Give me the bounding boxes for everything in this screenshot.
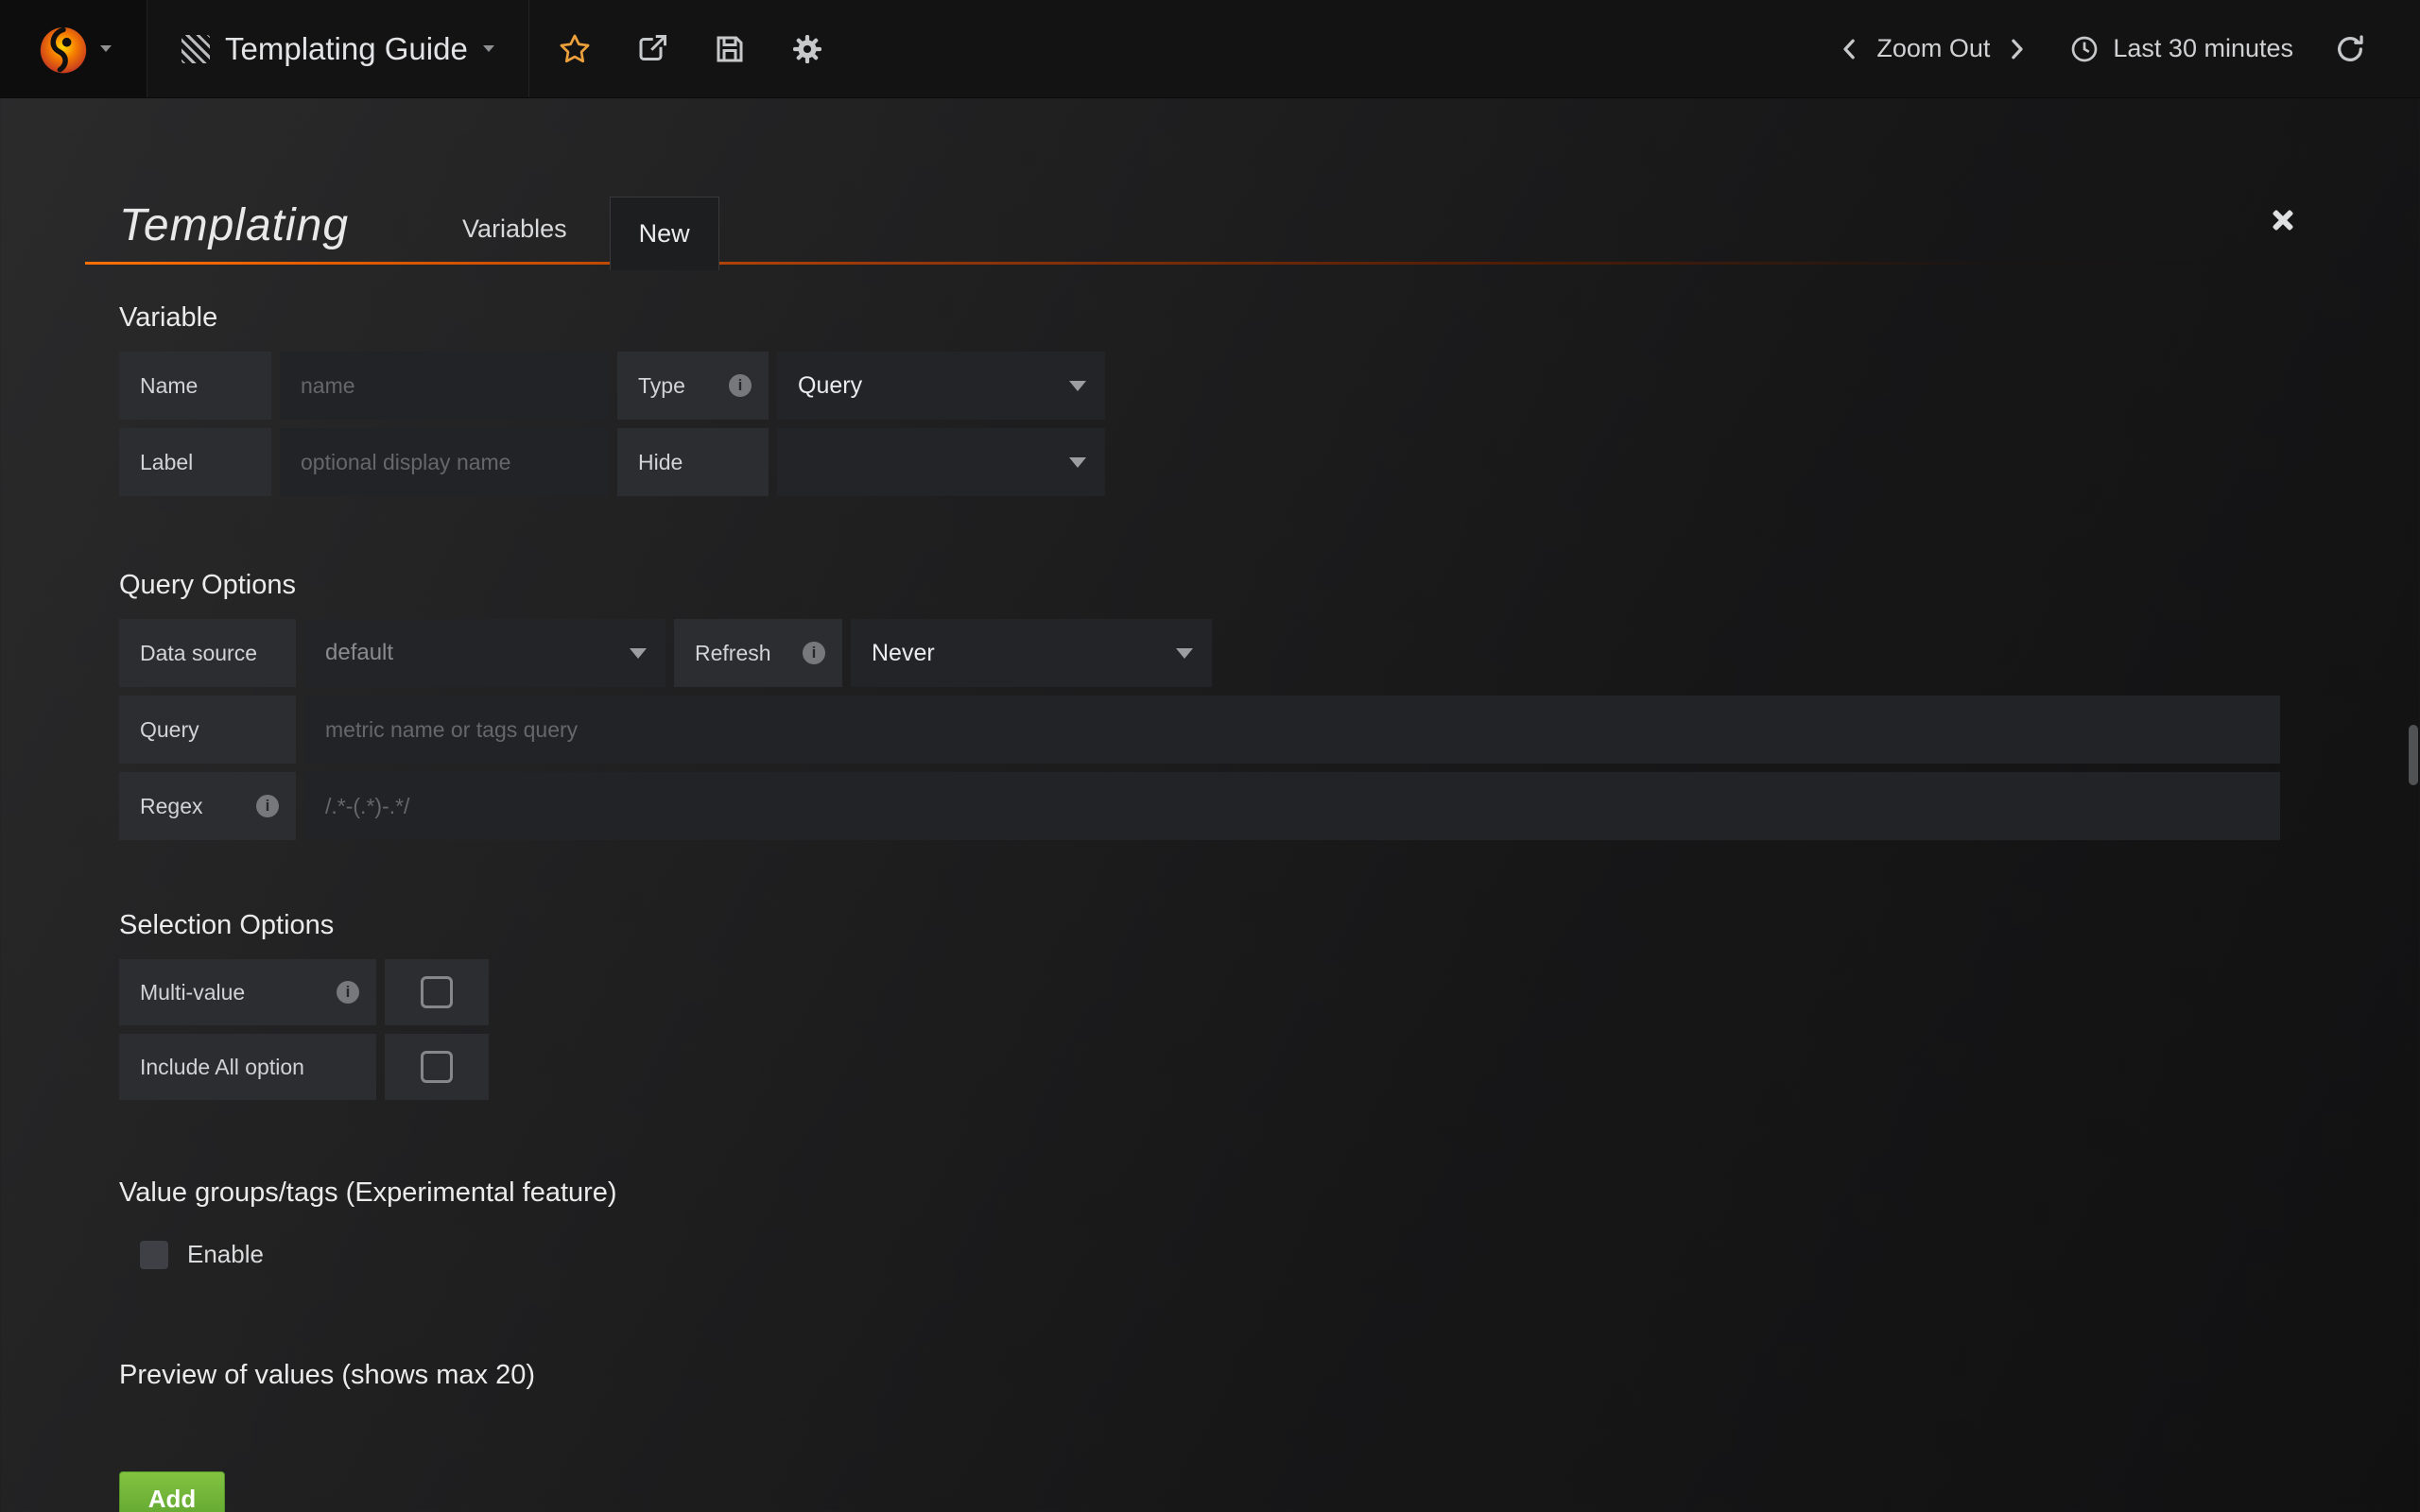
regex-input[interactable] <box>304 772 2280 840</box>
clock-icon <box>2067 32 2101 66</box>
dashboard-dropdown-caret-icon <box>483 45 494 52</box>
multi-value-checkbox-chip <box>385 959 489 1025</box>
include-all-row: Include All option <box>119 1034 2280 1100</box>
refresh-select-value: Never <box>872 640 935 667</box>
enable-checkbox[interactable] <box>140 1241 168 1269</box>
scrollbar-thumb[interactable] <box>2409 725 2418 785</box>
type-select[interactable]: Query <box>777 352 1105 420</box>
query-row: Query <box>119 696 2280 764</box>
datasource-label: Data source <box>119 619 296 687</box>
enable-row: Enable <box>140 1240 2280 1269</box>
save-icon[interactable] <box>713 32 747 66</box>
zoom-out-button[interactable]: Zoom Out <box>1876 34 1990 63</box>
query-label: Query <box>119 696 296 764</box>
query-options-heading: Query Options <box>119 568 2280 602</box>
regex-label: Regex i <box>119 772 296 840</box>
datasource-select-value: default <box>325 640 393 666</box>
multi-value-row: Multi-value i <box>119 959 2280 1025</box>
settings-gear-icon[interactable] <box>790 32 824 66</box>
type-select-caret-icon <box>1069 381 1086 391</box>
datasource-row: Data source default Refresh i Never <box>119 619 2280 687</box>
value-groups-heading: Value groups/tags (Experimental feature) <box>119 1176 2280 1210</box>
regex-row: Regex i <box>119 772 2280 840</box>
variable-label-row: Label Hide <box>119 428 2280 496</box>
dashboard-actions <box>529 0 824 97</box>
type-select-value: Query <box>798 372 862 400</box>
close-icon[interactable] <box>2267 204 2299 236</box>
dashboard-title: Templating Guide <box>225 31 468 67</box>
name-input[interactable] <box>280 352 609 420</box>
type-info-icon[interactable]: i <box>729 374 752 397</box>
refresh-label-text: Refresh <box>695 641 771 666</box>
multi-value-checkbox[interactable] <box>421 976 453 1008</box>
refresh-icon[interactable] <box>2333 32 2367 66</box>
regex-info-icon[interactable]: i <box>256 795 279 817</box>
tab-new[interactable]: New <box>610 197 719 270</box>
zoom-out-right-chevron-icon[interactable] <box>1999 32 2033 66</box>
time-range-label: Last 30 minutes <box>2113 34 2293 63</box>
label-label: Label <box>119 428 271 496</box>
multi-value-label: Multi-value i <box>119 959 376 1025</box>
query-input[interactable] <box>304 696 2280 764</box>
refresh-select-caret-icon <box>1176 648 1193 659</box>
hide-label: Hide <box>617 428 769 496</box>
type-label: Type i <box>617 352 769 420</box>
templating-editor: Variable Name Type i Query Label Hide Qu… <box>0 301 2420 1512</box>
grafana-logo-button[interactable] <box>0 0 147 97</box>
include-all-checkbox[interactable] <box>421 1051 453 1083</box>
variable-name-row: Name Type i Query <box>119 352 2280 420</box>
include-all-label: Include All option <box>119 1034 376 1100</box>
multi-value-info-icon[interactable]: i <box>337 981 359 1004</box>
multi-value-label-text: Multi-value <box>140 980 245 1005</box>
dashboard-picker[interactable]: Templating Guide <box>147 0 529 97</box>
name-label: Name <box>119 352 271 420</box>
refresh-label: Refresh i <box>674 619 842 687</box>
type-label-text: Type <box>638 373 685 399</box>
logo-dropdown-caret-icon <box>100 45 112 52</box>
include-all-checkbox-chip <box>385 1034 489 1100</box>
top-navbar: Templating Guide <box>0 0 2420 98</box>
grafana-logo-icon <box>36 22 91 77</box>
hide-select-caret-icon <box>1069 457 1086 468</box>
preview-heading: Preview of values (shows max 20) <box>119 1358 2280 1392</box>
page-title: Templating <box>119 201 349 251</box>
refresh-select[interactable]: Never <box>851 619 1212 687</box>
refresh-info-icon[interactable]: i <box>803 642 825 664</box>
star-icon[interactable] <box>558 32 592 66</box>
variable-section-heading: Variable <box>119 301 2280 335</box>
share-icon[interactable] <box>635 32 669 66</box>
add-button[interactable]: Add <box>119 1471 225 1512</box>
zoom-out-left-chevron-icon[interactable] <box>1833 32 1867 66</box>
selection-options-heading: Selection Options <box>119 908 2280 942</box>
datasource-select-caret-icon <box>630 648 647 659</box>
templating-settings-header: Templating Variables New <box>0 98 2420 265</box>
enable-label: Enable <box>187 1240 264 1269</box>
hide-select[interactable] <box>777 428 1105 496</box>
time-controls: Zoom Out Last 30 minutes <box>1833 0 2420 97</box>
regex-label-text: Regex <box>140 794 202 819</box>
tab-variables[interactable]: Variables <box>458 215 571 265</box>
label-input[interactable] <box>280 428 609 496</box>
dashboard-grid-icon <box>182 35 210 63</box>
time-range-picker[interactable]: Last 30 minutes <box>2067 32 2293 66</box>
datasource-select[interactable]: default <box>304 619 666 687</box>
